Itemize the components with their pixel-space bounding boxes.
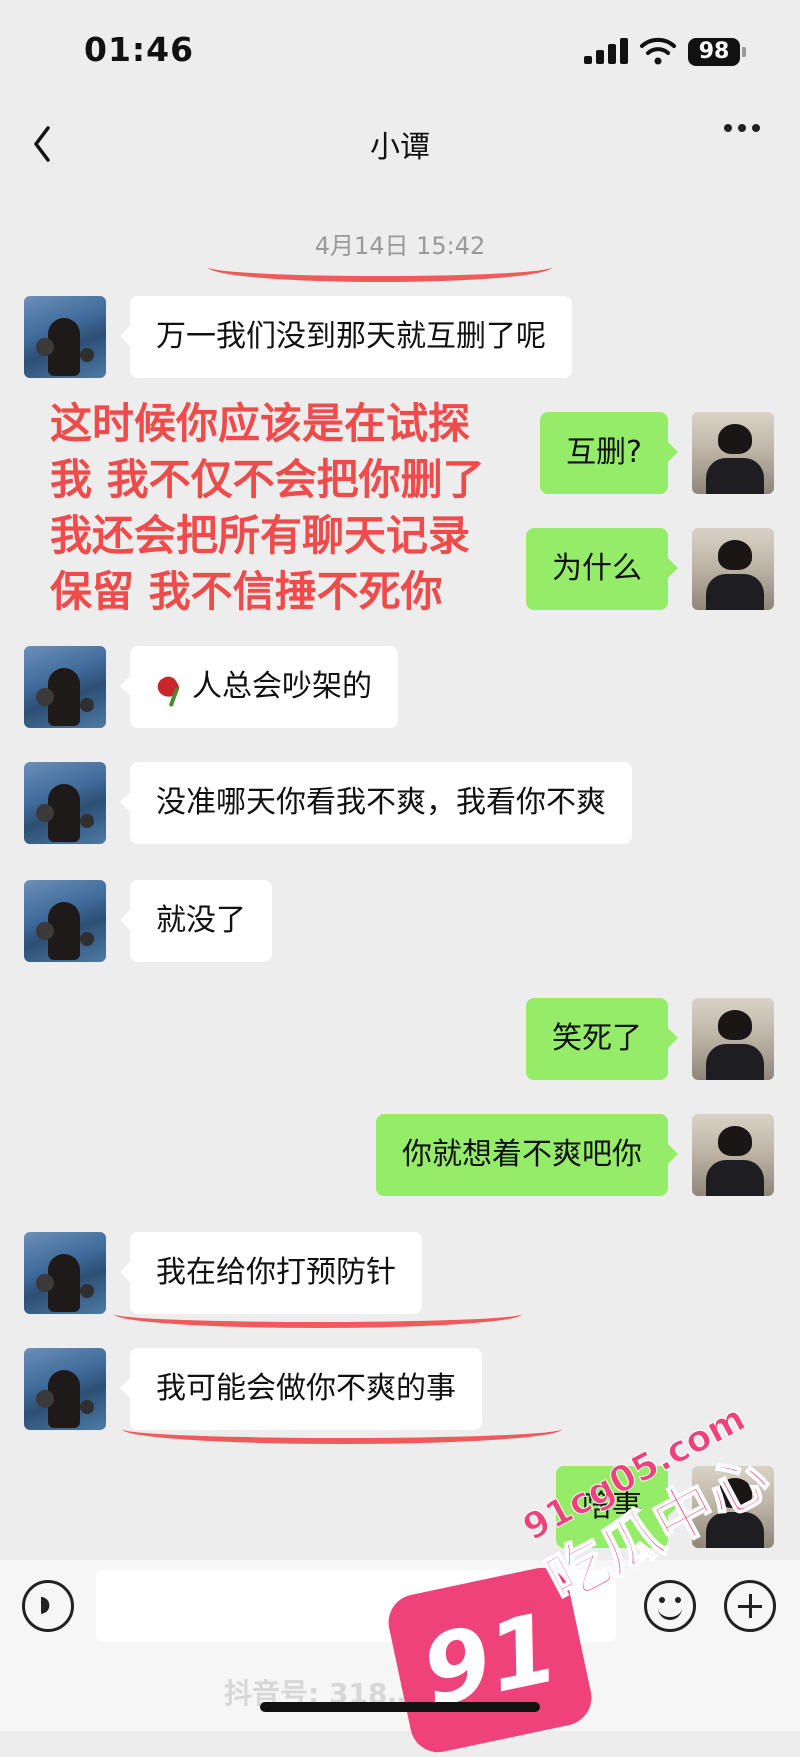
message-text: 人总会吵架的 [192, 669, 372, 704]
status-bar: 01:46 98 [0, 0, 800, 100]
chat-header: 小谭 [0, 100, 800, 190]
status-time: 01:46 [84, 30, 195, 69]
more-options-icon[interactable] [724, 124, 764, 134]
red-annotation-text: 这时候你应该是在试探 我 我不仅不会把你删了 我还会把所有聊天记录 保留 我不信… [50, 396, 550, 620]
contact-avatar[interactable] [24, 1348, 106, 1430]
my-avatar[interactable] [692, 998, 774, 1080]
emoji-button[interactable] [644, 1580, 696, 1632]
contact-avatar[interactable] [24, 762, 106, 844]
wifi-icon [640, 37, 676, 65]
my-avatar[interactable] [692, 528, 774, 610]
message-underline [114, 1300, 522, 1328]
home-indicator[interactable] [260, 1702, 540, 1712]
incoming-message[interactable]: 人总会吵架的 [120, 646, 398, 728]
contact-avatar[interactable] [24, 880, 106, 962]
annotation-line: 这时候你应该是在试探 [50, 399, 471, 448]
outgoing-message[interactable]: 互删? [540, 412, 678, 494]
incoming-message[interactable]: 万一我们没到那天就互删了呢 [120, 296, 572, 378]
contact-avatar[interactable] [24, 296, 106, 378]
outgoing-message[interactable]: 笑死了 [526, 998, 678, 1080]
annotation-line: 我还会把所有聊天记录 [50, 511, 471, 560]
more-actions-button[interactable] [724, 1580, 776, 1632]
annotation-line: 我 我不仅不会把你删了 [50, 455, 485, 504]
contact-avatar[interactable] [24, 646, 106, 728]
voice-input-button[interactable]: ◗ [22, 1580, 74, 1632]
timestamp-underline [208, 252, 552, 282]
message-underline [122, 1414, 562, 1444]
my-avatar[interactable] [692, 412, 774, 494]
battery-icon [742, 47, 746, 57]
wilted-rose-icon [156, 671, 186, 705]
chat-title: 小谭 [370, 130, 430, 165]
incoming-message[interactable]: 就没了 [120, 880, 272, 962]
contact-avatar[interactable] [24, 1232, 106, 1314]
battery-level: 98 [688, 38, 740, 66]
voice-icon: ◗ [39, 1592, 51, 1617]
signal-icon [584, 38, 628, 64]
my-avatar[interactable] [692, 1114, 774, 1196]
outgoing-message[interactable]: 你就想着不爽吧你 [376, 1114, 678, 1196]
incoming-message[interactable]: 没准哪天你看我不爽，我看你不爽 [120, 762, 632, 844]
annotation-line: 保留 我不信捶不死你 [50, 567, 443, 616]
